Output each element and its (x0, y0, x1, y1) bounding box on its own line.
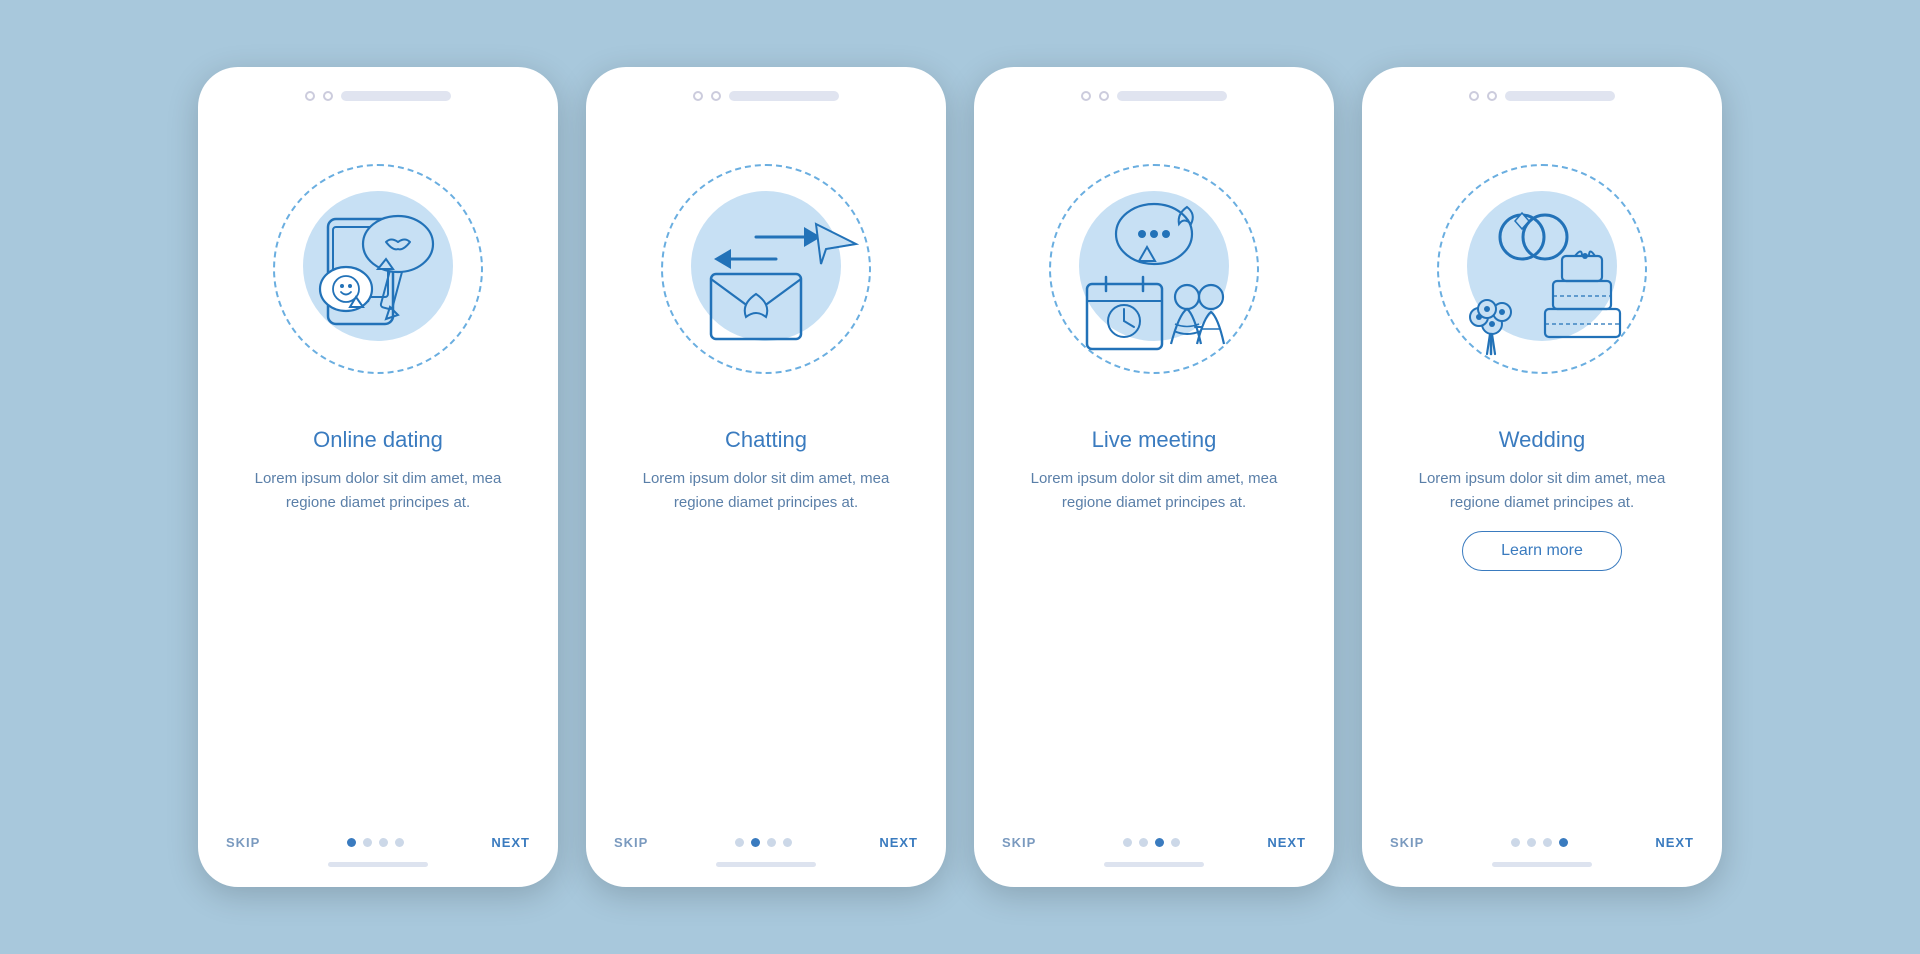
next-button[interactable]: NEXT (1655, 835, 1694, 850)
home-indicator (1104, 862, 1204, 867)
card-body-wedding: Lorem ipsum dolor sit dim amet, mea regi… (1362, 467, 1722, 515)
next-button[interactable]: NEXT (879, 835, 918, 850)
phone-card-chatting: Chatting Lorem ipsum dolor sit dim amet,… (586, 67, 946, 887)
nav-dots (347, 838, 404, 847)
nav-dot-4 (783, 838, 792, 847)
card-title-chatting: Chatting (725, 427, 807, 453)
top-bar-line (1117, 91, 1227, 101)
next-button[interactable]: NEXT (1267, 835, 1306, 850)
live-meeting-icon (1039, 169, 1269, 369)
nav-dot-4 (1559, 838, 1568, 847)
illustration-chatting (626, 119, 906, 419)
nav-bar-live-meeting: SKIP NEXT (974, 835, 1334, 850)
illustration-online-dating (238, 119, 518, 419)
top-dot (323, 91, 333, 101)
wedding-icon (1427, 169, 1657, 369)
nav-dot-3 (1543, 838, 1552, 847)
nav-dot-1 (735, 838, 744, 847)
nav-dot-3 (767, 838, 776, 847)
card-title-live-meeting: Live meeting (1092, 427, 1217, 453)
nav-dots (735, 838, 792, 847)
nav-dot-2 (363, 838, 372, 847)
nav-dot-3 (1155, 838, 1164, 847)
top-bar-line (341, 91, 451, 101)
card-body-live-meeting: Lorem ipsum dolor sit dim amet, mea regi… (974, 467, 1334, 515)
phone-top-bar (1469, 91, 1615, 101)
top-dot (693, 91, 703, 101)
nav-bar-online-dating: SKIP NEXT (198, 835, 558, 850)
nav-dot-4 (395, 838, 404, 847)
nav-dots (1123, 838, 1180, 847)
learn-more-button[interactable]: Learn more (1462, 531, 1622, 571)
top-bar-line (1505, 91, 1615, 101)
cards-container: Online dating Lorem ipsum dolor sit dim … (198, 67, 1722, 887)
phone-top-bar (1081, 91, 1227, 101)
nav-dot-2 (1527, 838, 1536, 847)
nav-dot-1 (1123, 838, 1132, 847)
top-bar-line (729, 91, 839, 101)
nav-dot-1 (347, 838, 356, 847)
chatting-icon (656, 169, 876, 369)
nav-dots (1511, 838, 1568, 847)
top-dot (1469, 91, 1479, 101)
nav-bar-wedding: SKIP NEXT (1362, 835, 1722, 850)
skip-button[interactable]: SKIP (614, 835, 648, 850)
skip-button[interactable]: SKIP (226, 835, 260, 850)
home-indicator (716, 862, 816, 867)
card-body-chatting: Lorem ipsum dolor sit dim amet, mea regi… (586, 467, 946, 515)
phone-card-wedding: Wedding Lorem ipsum dolor sit dim amet, … (1362, 67, 1722, 887)
nav-dot-2 (1139, 838, 1148, 847)
top-dot (1099, 91, 1109, 101)
card-title-online-dating: Online dating (313, 427, 443, 453)
online-dating-icon (268, 169, 488, 369)
phone-card-live-meeting: Live meeting Lorem ipsum dolor sit dim a… (974, 67, 1334, 887)
nav-dot-2 (751, 838, 760, 847)
top-dot (711, 91, 721, 101)
card-title-wedding: Wedding (1499, 427, 1585, 453)
phone-top-bar (305, 91, 451, 101)
home-indicator (328, 862, 428, 867)
skip-button[interactable]: SKIP (1002, 835, 1036, 850)
illustration-wedding (1402, 119, 1682, 419)
top-dot (1081, 91, 1091, 101)
top-dot (305, 91, 315, 101)
next-button[interactable]: NEXT (491, 835, 530, 850)
illustration-live-meeting (1014, 119, 1294, 419)
nav-dot-1 (1511, 838, 1520, 847)
home-indicator (1492, 862, 1592, 867)
card-body-online-dating: Lorem ipsum dolor sit dim amet, mea regi… (198, 467, 558, 515)
nav-bar-chatting: SKIP NEXT (586, 835, 946, 850)
nav-dot-4 (1171, 838, 1180, 847)
top-dot (1487, 91, 1497, 101)
phone-top-bar (693, 91, 839, 101)
phone-card-online-dating: Online dating Lorem ipsum dolor sit dim … (198, 67, 558, 887)
nav-dot-3 (379, 838, 388, 847)
skip-button[interactable]: SKIP (1390, 835, 1424, 850)
